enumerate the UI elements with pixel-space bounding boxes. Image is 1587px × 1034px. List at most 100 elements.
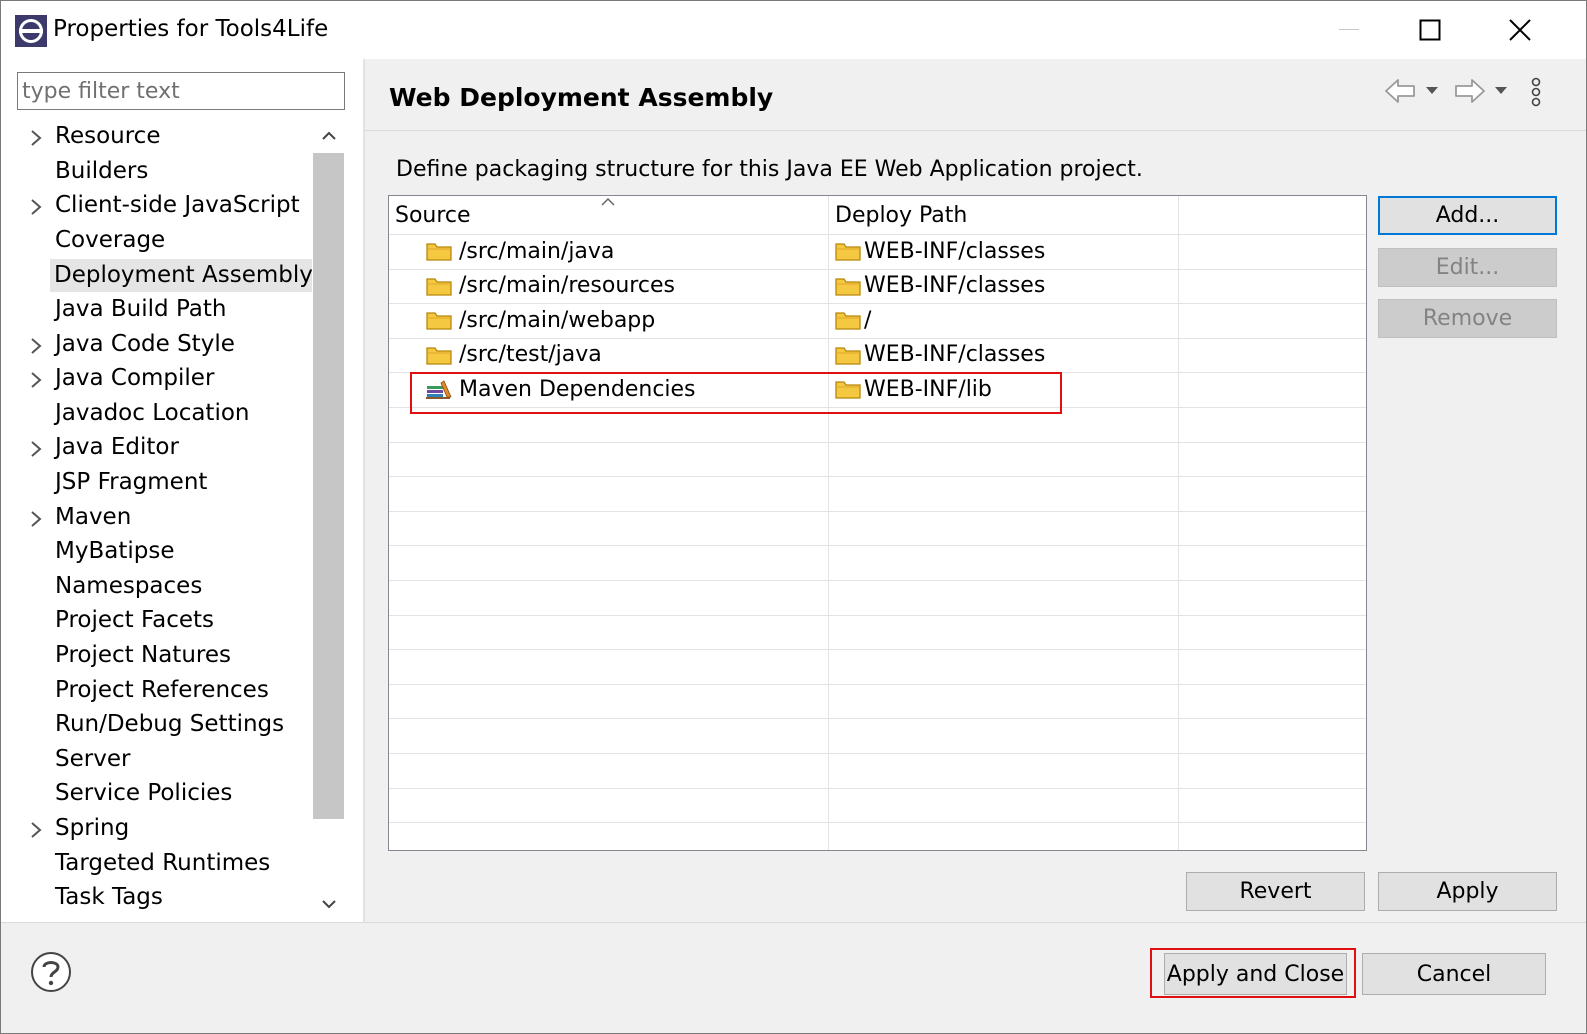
table-row[interactable]: /src/main/webapp / bbox=[389, 303, 1366, 337]
scroll-up-button[interactable] bbox=[312, 121, 345, 151]
tree-item[interactable]: Java Code Style bbox=[1, 329, 311, 363]
tree-item-label: JSP Fragment bbox=[55, 469, 208, 495]
tree-item[interactable]: Client-side JavaScript bbox=[1, 190, 311, 224]
cancel-button[interactable]: Cancel bbox=[1362, 953, 1546, 995]
maximize-icon bbox=[1419, 19, 1441, 41]
remove-button[interactable]: Remove bbox=[1378, 299, 1557, 338]
tree-item[interactable]: Maven bbox=[1, 502, 311, 536]
folder-icon bbox=[835, 277, 861, 296]
tree-item-label: Resource bbox=[55, 123, 161, 149]
tree-item-label: Targeted Runtimes bbox=[55, 849, 271, 876]
tree-item[interactable]: Java Compiler bbox=[1, 363, 311, 397]
window-title: Properties for Tools4Life bbox=[53, 16, 329, 42]
table-row[interactable]: /src/main/java WEB-INF/classes bbox=[389, 234, 1366, 268]
tree-item[interactable]: Java Editor bbox=[1, 432, 311, 466]
tree-item[interactable]: Spring bbox=[1, 813, 311, 847]
chevron-right-icon[interactable] bbox=[29, 439, 43, 459]
tree-item-label: Spring bbox=[55, 815, 130, 841]
tree-item[interactable]: Resource bbox=[1, 121, 311, 155]
tree-item-label: Project Natures bbox=[55, 642, 231, 668]
source-text: /src/test/java bbox=[459, 342, 602, 368]
tree-item[interactable]: Project References bbox=[1, 675, 311, 709]
chevron-down-icon bbox=[321, 900, 336, 909]
row-gridline bbox=[389, 649, 1366, 651]
revert-button[interactable]: Revert bbox=[1186, 872, 1365, 911]
revert-button-label: Revert bbox=[1239, 879, 1312, 904]
tree-item[interactable]: Task Tags bbox=[1, 882, 311, 916]
edit-button-label: Edit... bbox=[1435, 255, 1500, 280]
remove-button-label: Remove bbox=[1422, 306, 1513, 331]
tree-item[interactable]: Project Natures bbox=[1, 640, 311, 674]
deploy-path-text: WEB-INF/classes bbox=[864, 342, 1046, 368]
source-cell: /src/main/webapp bbox=[425, 303, 655, 337]
minimize-button[interactable] bbox=[1326, 9, 1372, 51]
cancel-button-label: Cancel bbox=[1416, 961, 1492, 987]
row-gridline bbox=[389, 822, 1366, 824]
tree-item[interactable]: JSP Fragment bbox=[1, 467, 311, 501]
back-dropdown-icon[interactable] bbox=[1425, 86, 1439, 96]
deploy-path-cell: / bbox=[834, 303, 871, 337]
tree-item[interactable]: Java Build Path bbox=[1, 294, 311, 328]
row-gridline bbox=[389, 718, 1366, 720]
apply-and-close-highlight bbox=[1150, 948, 1356, 998]
tree-item[interactable]: Service Policies bbox=[1, 778, 311, 812]
add-button-label: Add... bbox=[1435, 203, 1500, 228]
eclipse-app-icon bbox=[15, 15, 47, 47]
tree-item-label: Java Build Path bbox=[55, 296, 227, 322]
view-menu-icon[interactable] bbox=[1530, 77, 1542, 107]
apply-button[interactable]: Apply bbox=[1378, 872, 1557, 911]
page-header: Web Deployment Assembly bbox=[365, 59, 1586, 131]
forward-arrow-icon[interactable] bbox=[1452, 77, 1486, 105]
column-header-deploy-path[interactable]: Deploy Path bbox=[835, 196, 967, 234]
tree-item[interactable]: Deployment Assembly bbox=[1, 259, 318, 293]
apply-button-label: Apply bbox=[1436, 879, 1499, 904]
tree-item-label: Project References bbox=[55, 676, 269, 703]
tree-item[interactable]: Project Facets bbox=[1, 605, 311, 639]
tree-item[interactable]: Server bbox=[1, 744, 311, 778]
folder-icon bbox=[426, 243, 452, 261]
forward-dropdown-icon[interactable] bbox=[1494, 86, 1508, 96]
tree-item[interactable]: Javadoc Location bbox=[1, 398, 311, 432]
row-gridline bbox=[389, 303, 1366, 305]
deploy-path-text: WEB-INF/classes bbox=[864, 238, 1046, 264]
chevron-right-icon[interactable] bbox=[29, 128, 43, 148]
chevron-right-icon[interactable] bbox=[29, 820, 43, 840]
row-gridline bbox=[389, 476, 1366, 478]
scroll-down-button[interactable] bbox=[312, 889, 345, 919]
row-gridline bbox=[389, 510, 1366, 512]
folder-icon bbox=[426, 312, 452, 330]
back-arrow-icon[interactable] bbox=[1384, 77, 1418, 105]
tree-item[interactable]: Namespaces bbox=[1, 571, 311, 605]
tree-item[interactable]: Builders bbox=[1, 156, 311, 190]
add-button[interactable]: Add... bbox=[1378, 196, 1557, 235]
close-button[interactable] bbox=[1497, 9, 1543, 51]
folder-icon bbox=[835, 347, 861, 365]
chevron-right-icon[interactable] bbox=[29, 509, 43, 529]
scroll-thumb[interactable] bbox=[313, 153, 344, 819]
page-description: Define packaging structure for this Java… bbox=[396, 157, 1143, 182]
chevron-right-icon[interactable] bbox=[29, 336, 43, 356]
source-cell: /src/test/java bbox=[425, 338, 602, 372]
tree-item[interactable]: Run/Debug Settings bbox=[1, 709, 311, 743]
row-gridline bbox=[389, 234, 1366, 235]
tree-item[interactable]: Targeted Runtimes bbox=[1, 848, 311, 882]
edit-button[interactable]: Edit... bbox=[1378, 248, 1557, 287]
maximize-button[interactable] bbox=[1407, 9, 1453, 51]
column-header-source[interactable]: Source bbox=[395, 196, 471, 234]
table-row[interactable]: /src/test/java WEB-INF/classes bbox=[389, 338, 1366, 372]
chevron-right-icon[interactable] bbox=[29, 197, 43, 217]
deploy-path-cell: WEB-INF/classes bbox=[834, 338, 1045, 372]
assembly-table: Source Deploy Path /src/main/java WEB-INF… bbox=[388, 195, 1367, 851]
tree-item-label: Coverage bbox=[55, 226, 166, 253]
tree-item-label: Namespaces bbox=[55, 572, 203, 599]
tree-item[interactable]: Coverage bbox=[1, 225, 311, 259]
tree-item-label: Server bbox=[55, 745, 131, 772]
tree-item-label: Run/Debug Settings bbox=[55, 711, 285, 738]
tree-scrollbar[interactable] bbox=[312, 121, 345, 919]
help-icon[interactable] bbox=[30, 951, 72, 993]
maven-dependencies-highlight bbox=[410, 372, 1062, 414]
filter-input[interactable] bbox=[17, 72, 345, 110]
chevron-right-icon[interactable] bbox=[29, 370, 43, 390]
table-row[interactable]: /src/main/resources WEB-INF/classes bbox=[389, 269, 1366, 303]
tree-item[interactable]: MyBatipse bbox=[1, 536, 311, 570]
